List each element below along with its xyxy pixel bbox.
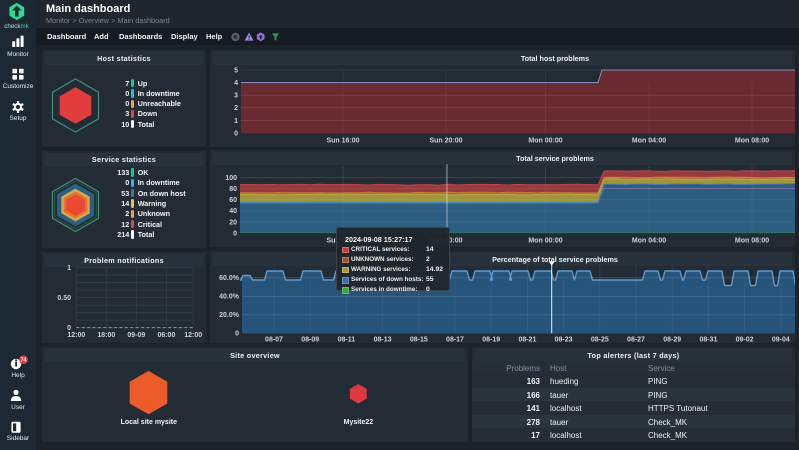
svg-text:08-07: 08-07	[265, 337, 283, 344]
svg-text:0.50: 0.50	[57, 295, 71, 302]
svg-text:Sun 16:00: Sun 16:00	[326, 138, 359, 145]
svg-text:3: 3	[234, 93, 238, 100]
svg-text:5: 5	[234, 67, 238, 74]
svg-text:08-31: 08-31	[699, 337, 717, 344]
svg-text:08-13: 08-13	[374, 337, 392, 344]
svg-text:09-04: 09-04	[772, 337, 790, 344]
svg-text:40.0%: 40.0%	[219, 294, 240, 301]
svg-text:0: 0	[235, 331, 239, 338]
svg-text:06:00: 06:00	[157, 332, 175, 339]
svg-text:09-09: 09-09	[127, 332, 145, 339]
svg-text:08-15: 08-15	[410, 337, 428, 344]
svg-text:Mon 04:00: Mon 04:00	[632, 138, 666, 145]
svg-text:Mon 08:00: Mon 08:00	[735, 138, 769, 145]
svg-text:12:00: 12:00	[184, 332, 202, 339]
svg-text:4: 4	[234, 80, 238, 87]
svg-text:08-27: 08-27	[627, 337, 645, 344]
svg-text:Mon 00:00: Mon 00:00	[528, 138, 562, 145]
svg-text:Sun 20:00: Sun 20:00	[429, 138, 462, 145]
svg-text:1: 1	[67, 265, 71, 272]
svg-text:74: 74	[21, 358, 27, 364]
svg-text:20: 20	[229, 219, 237, 226]
svg-text:09-02: 09-02	[736, 337, 754, 344]
svg-text:08-21: 08-21	[518, 337, 536, 344]
svg-text:08-29: 08-29	[663, 337, 681, 344]
svg-text:Local site mysite: Local site mysite	[121, 419, 178, 426]
svg-text:Mon 04:00: Mon 04:00	[632, 238, 666, 245]
svg-text:Mysite22: Mysite22	[344, 419, 374, 426]
svg-text:Mon 08:00: Mon 08:00	[735, 238, 769, 245]
svg-text:100: 100	[225, 175, 237, 182]
svg-text:60: 60	[229, 197, 237, 204]
svg-text:1: 1	[234, 118, 238, 125]
svg-text:40: 40	[229, 208, 237, 215]
svg-text:08-23: 08-23	[555, 337, 573, 344]
svg-text:08-19: 08-19	[482, 337, 500, 344]
svg-text:0: 0	[234, 130, 238, 137]
svg-text:80: 80	[229, 186, 237, 193]
svg-text:Mon 00:00: Mon 00:00	[528, 238, 562, 245]
svg-text:18:00: 18:00	[97, 332, 115, 339]
svg-text:60.0%: 60.0%	[219, 275, 240, 282]
svg-text:2: 2	[234, 105, 238, 112]
svg-text:12:00: 12:00	[67, 332, 85, 339]
svg-text:08-09: 08-09	[301, 337, 319, 344]
svg-text:08-25: 08-25	[591, 337, 609, 344]
svg-text:0: 0	[233, 230, 237, 237]
svg-text:20.0%: 20.0%	[219, 312, 240, 319]
svg-text:08-11: 08-11	[338, 337, 356, 344]
svg-text:08-17: 08-17	[446, 337, 464, 344]
svg-text:0: 0	[67, 325, 71, 332]
